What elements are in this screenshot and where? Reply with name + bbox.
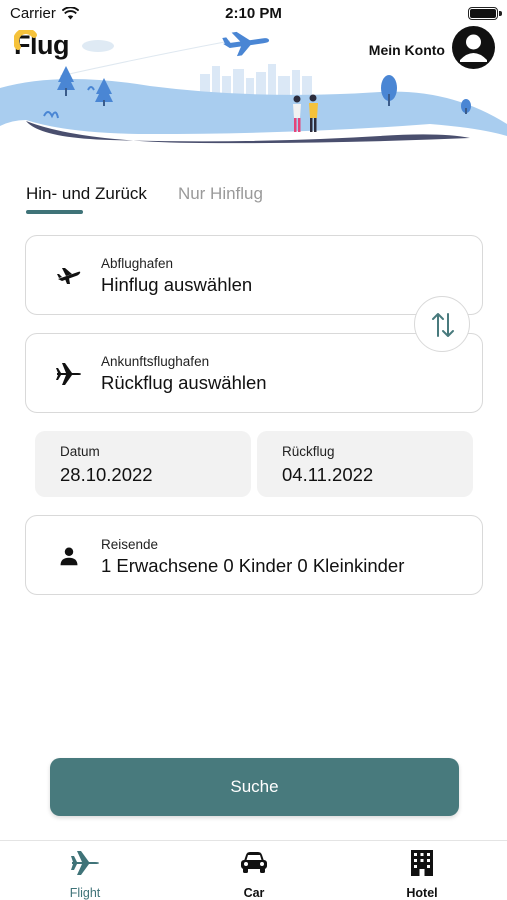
search-button[interactable]: Suche (50, 758, 459, 816)
tabbar-item-flight[interactable]: Flight (35, 841, 135, 900)
tabbar-item-hotel[interactable]: Hotel (372, 841, 472, 900)
status-time: 2:10 PM (225, 5, 282, 22)
tab-one-way[interactable]: Nur Hinflug (178, 184, 263, 214)
car-icon (241, 852, 267, 873)
travellers-value: 1 Erwachsene 0 Kinder 0 Kleinkinder (101, 555, 405, 576)
arrival-value: Rückflug auswählen (101, 372, 267, 393)
airplane-icon (71, 851, 99, 875)
departure-date-label: Datum (60, 444, 100, 459)
return-date-value: 04.11.2022 (282, 464, 374, 485)
tabbar-label-car: Car (243, 886, 265, 900)
tabbar-label-flight: Flight (69, 886, 101, 900)
battery-icon (468, 7, 502, 20)
header-banner: Flug Mein Konto (0, 26, 507, 148)
tabbar-item-car[interactable]: Car (204, 841, 304, 900)
travellers-label: Reisende (101, 537, 159, 552)
bottom-tab-bar: Flight Car Hotel (0, 840, 507, 900)
app-logo: Flug (14, 30, 69, 61)
departure-value: Hinflug auswählen (101, 274, 253, 295)
return-date-field[interactable]: Rückflug 04.11.2022 (257, 431, 473, 497)
swap-icon (432, 313, 454, 337)
status-bar: Carrier 2:10 PM (0, 0, 507, 28)
account-label[interactable]: Mein Konto (369, 42, 445, 58)
arrival-label: Ankunftsflughafen (101, 354, 210, 369)
departure-label: Abflughafen (101, 256, 174, 271)
building-icon (411, 850, 433, 876)
departure-date-value: 28.10.2022 (60, 464, 153, 485)
travellers-field[interactable]: Reisende 1 Erwachsene 0 Kinder 0 Kleinki… (25, 515, 483, 595)
logo-sun-icon (14, 30, 37, 50)
avatar-icon[interactable] (452, 26, 495, 69)
takeoff-icon (57, 268, 81, 284)
departure-date-field[interactable]: Datum 28.10.2022 (35, 431, 251, 497)
return-date-label: Rückflug (282, 444, 335, 459)
person-icon (60, 547, 78, 566)
airplane-icon (56, 363, 81, 385)
swap-airports-button[interactable] (414, 296, 470, 352)
active-tab-indicator (26, 210, 83, 214)
tabbar-label-hotel: Hotel (406, 886, 438, 900)
